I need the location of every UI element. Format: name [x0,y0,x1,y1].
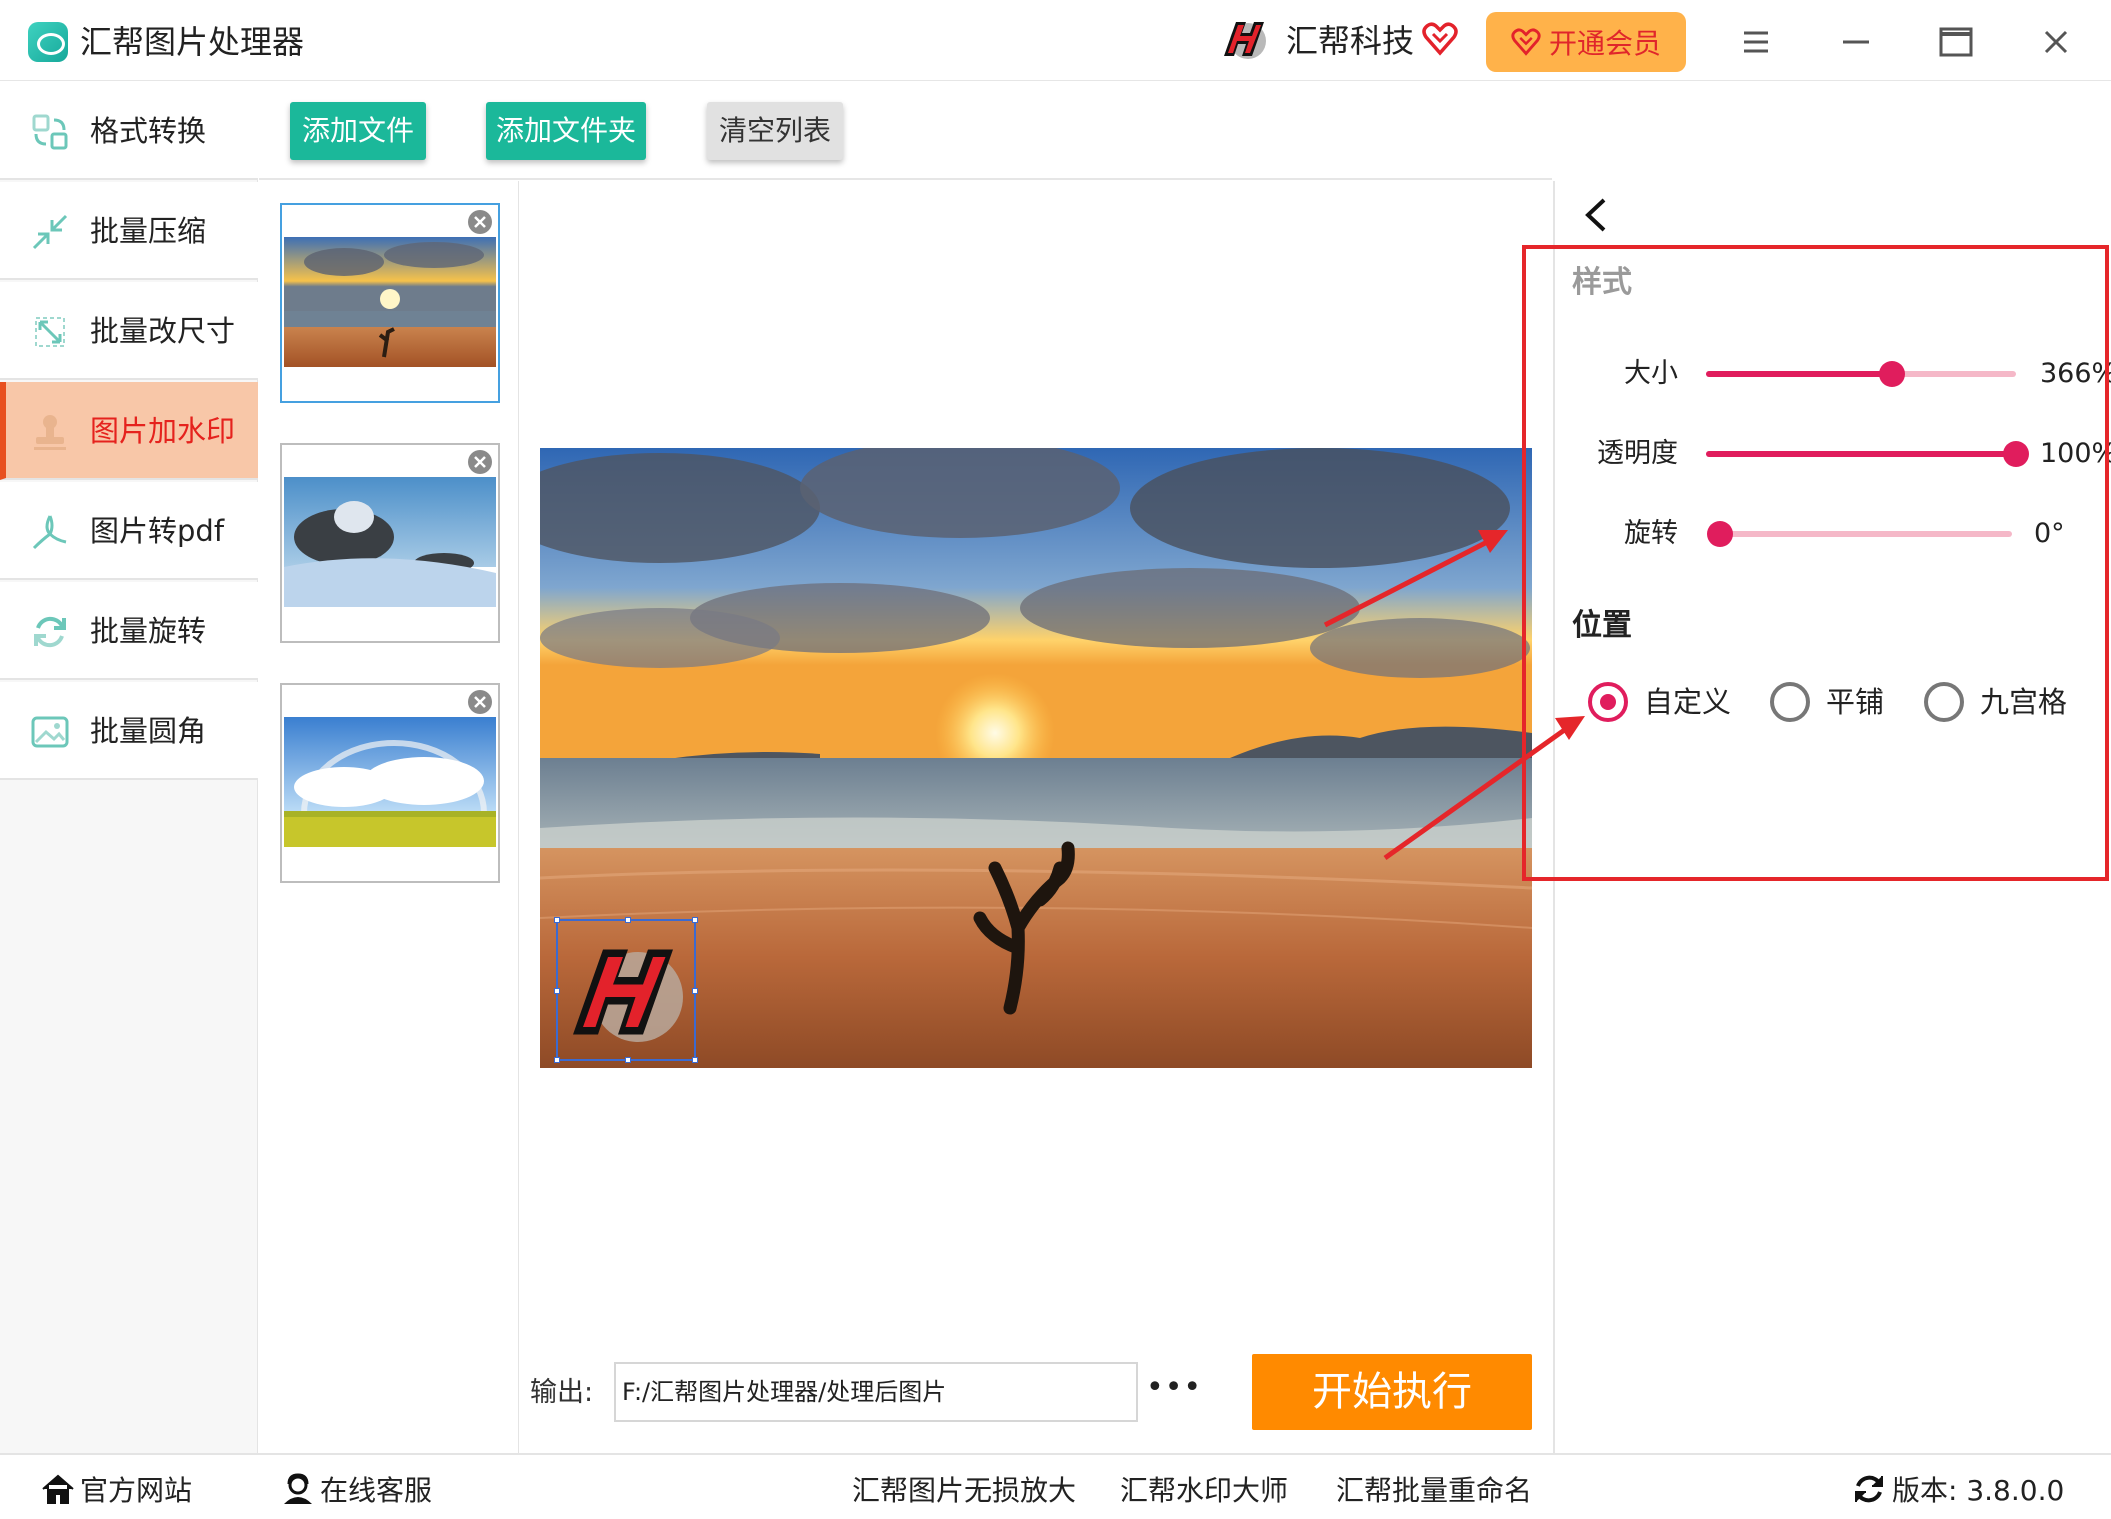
official-website-link[interactable]: 官方网站 [40,1469,192,1509]
watermark-logo-icon [573,949,683,1042]
close-icon [2044,30,2068,54]
thumbnail-snow[interactable] [280,443,500,643]
batch-rename-link[interactable]: 汇帮批量重命名 [1336,1469,1532,1509]
maximize-icon [1939,27,1973,57]
resize-icon [35,317,65,347]
resize-handle[interactable] [554,1057,560,1063]
sidebar-item-label: 批量圆角 [90,714,207,748]
output-path-input[interactable]: F:/汇帮图片处理器/处理后图片 [614,1362,1138,1422]
sidebar-item-label: 批量改尺寸 [90,314,236,348]
lossless-upscale-link[interactable]: 汇帮图片无损放大 [852,1469,1076,1509]
title-bar: 汇帮图片处理器 汇帮科技 开通会员 [0,0,2111,81]
thumbnail-image [284,477,496,607]
sidebar-item-label: 批量旋转 [90,614,207,648]
add-file-button[interactable]: 添加文件 [290,102,426,160]
sidebar-item-watermark[interactable]: 图片加水印 [0,382,258,480]
resize-handle[interactable] [692,1057,698,1063]
sidebar-item-rounded-corner[interactable]: 批量圆角 [0,682,258,780]
watermark-master-link[interactable]: 汇帮水印大师 [1120,1469,1288,1509]
brand-logo-icon [1224,22,1266,59]
sidebar-item-compress[interactable]: 批量压缩 [0,182,258,280]
vip-label: 开通会员 [1548,27,1661,60]
online-support-label: 在线客服 [320,1474,433,1507]
home-icon [42,1474,74,1504]
refresh-icon[interactable] [1852,1472,1886,1506]
sidebar: 格式转换 批量压缩 批量改尺寸 图片加水印 图片转pdf 批量旋转 批量圆角 [0,82,258,1453]
menu-button[interactable] [1732,18,1780,66]
version-info: 版本: 3.8.0.0 [1852,1469,2064,1509]
thumbnail-image [284,717,496,847]
vip-heart-icon [1511,28,1541,56]
resize-handle[interactable] [692,988,698,994]
resize-handle[interactable] [554,988,560,994]
sidebar-item-label: 图片转pdf [90,514,225,548]
thumbnail-image [284,237,496,367]
resize-handle[interactable] [554,917,560,923]
official-website-label: 官方网站 [80,1474,193,1507]
browse-output-button[interactable]: ••• [1146,1373,1201,1410]
thumbnail-rainbow[interactable] [280,683,500,883]
thumbnail-beach[interactable] [280,203,500,403]
sidebar-item-rotate[interactable]: 批量旋转 [0,582,258,680]
online-support-link[interactable]: 在线客服 [280,1469,432,1509]
sidebar-item-to-pdf[interactable]: 图片转pdf [0,482,258,580]
vip-button[interactable]: 开通会员 [1486,12,1686,72]
remove-thumbnail-icon[interactable] [465,447,495,477]
annotation-highlight-box [1522,245,2109,881]
heart-icon [1422,22,1458,56]
close-button[interactable] [2032,18,2080,66]
add-folder-button[interactable]: 添加文件夹 [486,102,646,160]
stamp-icon [34,415,66,450]
rounded-corner-icon [31,716,69,748]
resize-handle[interactable] [692,917,698,923]
sidebar-item-resize[interactable]: 批量改尺寸 [0,282,258,380]
rotate-icon [34,616,66,648]
app-title: 汇帮图片处理器 [80,23,305,61]
maximize-button[interactable] [1932,18,1980,66]
app-logo-icon [28,22,68,62]
resize-handle[interactable] [625,917,631,923]
sidebar-item-label: 格式转换 [90,114,207,148]
sidebar-item-format-convert[interactable]: 格式转换 [0,82,258,180]
toolbar: 添加文件 添加文件夹 清空列表 [259,82,1552,180]
resize-handle[interactable] [625,1057,631,1063]
clear-list-button[interactable]: 清空列表 [707,102,843,160]
watermark-selection-box[interactable] [554,917,698,1063]
remove-thumbnail-icon[interactable] [465,207,495,237]
start-button[interactable]: 开始执行 [1252,1354,1532,1430]
sidebar-item-label: 图片加水印 [90,414,236,448]
back-chevron-icon[interactable] [1580,194,1612,236]
support-agent-icon [284,1473,312,1504]
thumbnail-list [259,181,519,1453]
output-label: 输出: [530,1377,594,1408]
version-label: 版本: 3.8.0.0 [1892,1474,2065,1507]
compress-icon [32,214,68,250]
hamburger-icon [1744,31,1768,53]
remove-thumbnail-icon[interactable] [465,687,495,717]
sidebar-item-label: 批量压缩 [90,214,207,248]
pdf-icon [32,515,67,550]
minimize-button[interactable] [1832,18,1880,66]
format-convert-icon [32,114,68,150]
brand-name: 汇帮科技 [1286,22,1415,60]
status-bar: 官方网站 在线客服 汇帮图片无损放大 汇帮水印大师 汇帮批量重命名 版本: 3.… [0,1453,2111,1519]
minimize-icon [1843,40,1869,44]
